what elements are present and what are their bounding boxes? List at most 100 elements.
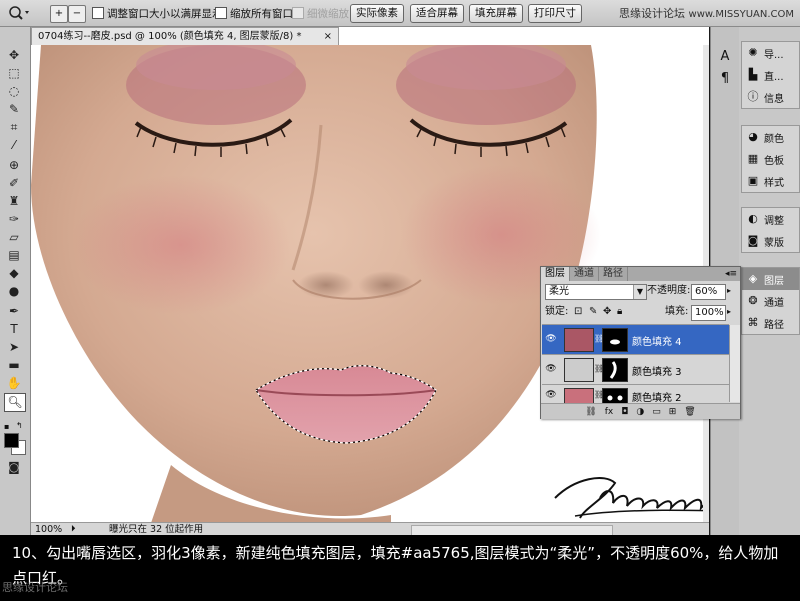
document-tab[interactable]: 0704练习--磨皮.psd @ 100% (颜色填充 4, 图层蒙版/8) *… <box>31 27 339 45</box>
panel-item-histogram[interactable]: ▙ 直... <box>742 64 799 86</box>
visibility-eye-icon[interactable]: 👁︎ <box>545 334 557 344</box>
print-size-button[interactable]: 打印尺寸 <box>528 4 582 23</box>
panel-item-label: 信息 <box>764 93 784 105</box>
checkbox-label: 细微缩放 <box>307 7 349 20</box>
tab-paths[interactable]: 路径 <box>599 267 628 281</box>
actual-pixels-button[interactable]: 实际像素 <box>350 4 404 23</box>
visibility-eye-icon[interactable]: 👁︎ <box>545 364 557 374</box>
character-icon[interactable]: A <box>717 49 733 65</box>
layer-row[interactable]: 👁︎ ⛓︎ 颜色填充 3 <box>542 354 729 384</box>
fill-screen-button[interactable]: 填充屏幕 <box>469 4 523 23</box>
checkbox-box[interactable] <box>92 7 104 19</box>
lock-pixels-icon[interactable]: ✎ <box>589 305 597 319</box>
layer-row[interactable]: 👁︎ ⛓︎ 颜色填充 2 <box>542 384 729 404</box>
tab-layers[interactable]: 图层 <box>541 267 570 281</box>
gradient-tool-icon[interactable]: ▤ <box>4 247 24 264</box>
panel-item-masks[interactable]: ◙ 蒙版 <box>742 230 799 252</box>
panel-item-navigator[interactable]: ✺ 导... <box>742 42 799 64</box>
opacity-input[interactable]: 60% <box>691 284 726 300</box>
swatches-icon: ▦ <box>747 152 759 165</box>
quick-select-tool-icon[interactable]: ✎ <box>4 101 24 118</box>
zoom-in-icon[interactable]: + <box>50 5 68 23</box>
lock-position-icon[interactable]: ✥ <box>603 305 611 319</box>
layer-row[interactable]: 👁︎ ⛓︎ 颜色填充 4 <box>542 324 729 354</box>
zoom-all-windows-checkbox[interactable]: 缩放所有窗口 <box>215 6 293 20</box>
dodge-tool-icon[interactable]: ● <box>4 283 24 300</box>
add-mask-icon[interactable]: ◘ <box>621 407 628 417</box>
eyedropper-tool-icon[interactable]: ⁄ <box>4 137 24 154</box>
move-tool-icon[interactable]: ✥ <box>4 47 24 64</box>
type-tool-icon[interactable]: T <box>4 321 24 338</box>
lasso-tool-icon[interactable]: ◌ <box>4 83 24 100</box>
lock-all-icon[interactable]: 🔒︎ <box>617 305 622 319</box>
fill-input[interactable]: 100% <box>691 305 726 321</box>
panel-item-adjustments[interactable]: ◐ 调整 <box>742 208 799 230</box>
new-adjustment-icon[interactable]: ◑ <box>636 407 644 417</box>
resize-windows-checkbox[interactable]: 调整窗口大小以满屏显示 <box>92 6 223 20</box>
panel-group-color: ◕ 颜色 ▦ 色板 ▣ 样式 <box>741 125 800 193</box>
panel-item-paths[interactable]: ⌘ 路径 <box>742 312 799 334</box>
panel-item-color[interactable]: ◕ 颜色 <box>742 126 799 148</box>
watermark-bottom: 思缘设计论坛 <box>2 581 68 594</box>
zoom-tool-preset-icon[interactable] <box>6 4 32 22</box>
eraser-tool-icon[interactable]: ▱ <box>4 229 24 246</box>
delete-layer-icon[interactable]: 🗑︎ <box>684 407 695 417</box>
shape-tool-icon[interactable]: ▬ <box>4 357 24 374</box>
checkbox-box[interactable] <box>292 7 304 19</box>
layer-fill-thumbnail[interactable] <box>564 388 594 404</box>
layer-mask-thumbnail[interactable] <box>602 388 628 404</box>
healing-brush-tool-icon[interactable]: ⊕ <box>4 157 24 174</box>
checkbox-box[interactable] <box>215 7 227 19</box>
blur-tool-icon[interactable]: ◆ <box>4 265 24 282</box>
tab-channels[interactable]: 通道 <box>570 267 599 281</box>
zoom-out-icon[interactable]: − <box>68 5 86 23</box>
panel-item-label: 图层 <box>764 275 784 287</box>
panel-item-layers[interactable]: ◈ 图层 <box>742 268 799 290</box>
layers-scrollbar[interactable] <box>729 325 740 402</box>
layer-mask-thumbnail[interactable] <box>602 358 628 382</box>
marquee-tool-icon[interactable]: ⬚ <box>4 65 24 82</box>
crop-tool-icon[interactable]: ⌗ <box>4 119 24 136</box>
panel-menu-icon[interactable]: ◂≡ <box>725 267 737 281</box>
history-brush-tool-icon[interactable]: ✑ <box>4 211 24 228</box>
fit-screen-button[interactable]: 适合屏幕 <box>410 4 464 23</box>
hand-tool-icon[interactable]: ✋ <box>4 375 24 392</box>
watermark-name: 思缘设计论坛 <box>619 7 686 20</box>
visibility-eye-icon[interactable]: 👁︎ <box>545 390 557 400</box>
quick-mask-icon[interactable]: ◙ <box>4 459 24 476</box>
color-icon: ◕ <box>748 130 758 143</box>
layers-panel: 图层 通道 路径 ◂≡ 柔光 ▼ 不透明度: 60% ▸ 锁定: ⊡ ✎ ✥ 🔒… <box>540 266 741 419</box>
panel-group-adjustments: ◐ 调整 ◙ 蒙版 <box>741 207 800 253</box>
blend-mode-select[interactable]: 柔光 ▼ <box>545 284 647 300</box>
brush-tool-icon[interactable]: ✐ <box>4 175 24 192</box>
foreground-color-swatch[interactable] <box>4 433 19 448</box>
layers-icon: ◈ <box>748 272 758 285</box>
link-layers-icon[interactable]: ⛓︎ <box>585 407 596 417</box>
panel-item-swatches[interactable]: ▦ 色板 <box>742 148 799 170</box>
opacity-slider-arrow-icon[interactable]: ▸ <box>727 284 731 298</box>
layer-fill-thumbnail[interactable] <box>564 328 594 352</box>
pen-tool-icon[interactable]: ✒ <box>4 303 24 320</box>
close-tab-icon[interactable]: × <box>324 28 332 45</box>
layer-mask-thumbnail[interactable] <box>602 328 628 352</box>
default-colors-icon[interactable]: ▪ <box>4 422 13 431</box>
scrubby-zoom-checkbox[interactable]: 细微缩放 <box>292 6 349 20</box>
panel-item-info[interactable]: ⓘ 信息 <box>742 86 799 108</box>
layer-style-icon[interactable]: fx <box>605 407 614 417</box>
chevron-down-icon[interactable]: ▼ <box>633 285 646 299</box>
checkbox-label: 调整窗口大小以满屏显示 <box>107 7 223 20</box>
panel-item-styles[interactable]: ▣ 样式 <box>742 170 799 192</box>
clone-stamp-tool-icon[interactable]: ♜ <box>4 193 24 210</box>
new-layer-icon[interactable]: ⊞ <box>669 407 677 417</box>
panel-item-channels[interactable]: ❂ 通道 <box>742 290 799 312</box>
paragraph-icon[interactable]: ¶ <box>717 71 733 87</box>
fill-slider-arrow-icon[interactable]: ▸ <box>727 305 731 319</box>
new-group-icon[interactable]: ▭ <box>652 407 661 417</box>
paths-icon: ⌘ <box>747 316 759 329</box>
swap-colors-icon[interactable]: ↰ <box>16 421 25 430</box>
styles-icon: ▣ <box>747 174 759 187</box>
lock-transparent-icon[interactable]: ⊡ <box>574 305 582 319</box>
layer-fill-thumbnail[interactable] <box>564 358 594 382</box>
path-select-tool-icon[interactable]: ➤ <box>4 339 24 356</box>
zoom-tool-icon[interactable]: 🔍︎ <box>4 393 26 412</box>
